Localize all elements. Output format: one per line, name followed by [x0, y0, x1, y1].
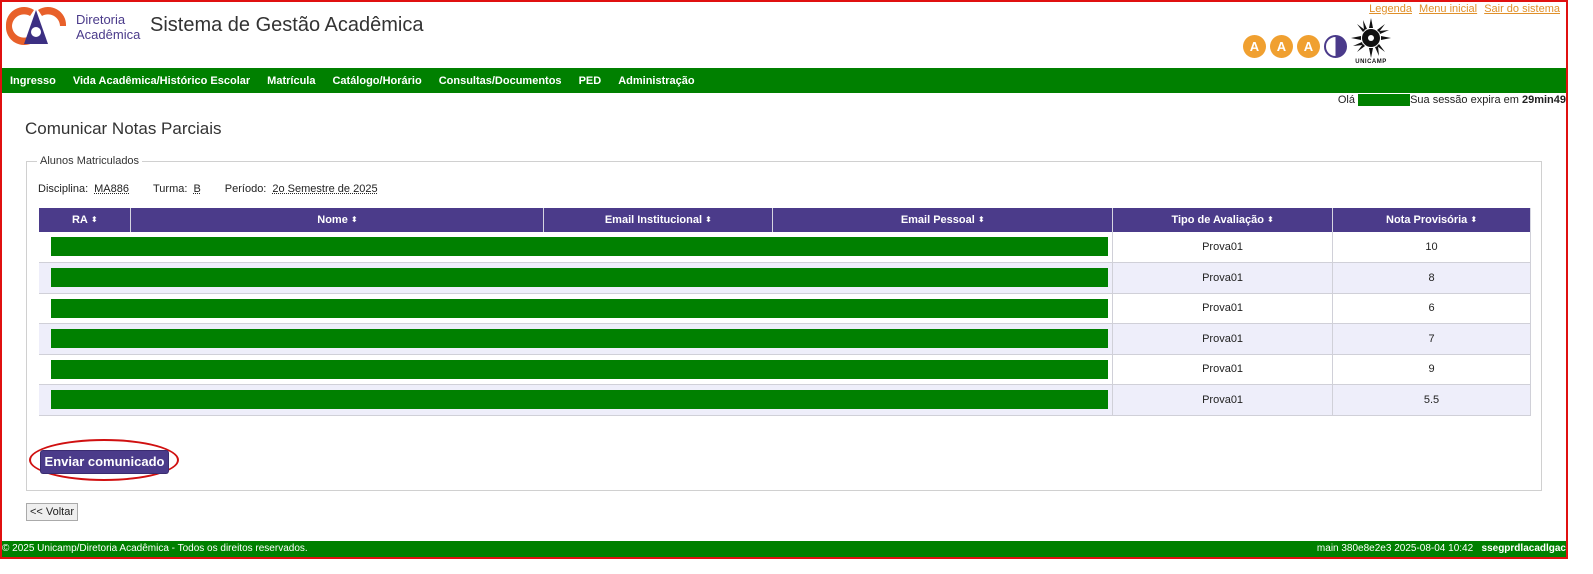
cell-tipo-avaliacao: Prova01 [1112, 262, 1334, 294]
brand-name: Diretoria Acadêmica [76, 12, 140, 42]
column-header-tipo-avaliacao[interactable]: Tipo de Avaliação ⬍ [1112, 208, 1334, 232]
send-button-highlight: Enviar comunicado [29, 439, 179, 481]
column-header-nome[interactable]: Nome ⬍ [130, 208, 545, 232]
diretoria-academica-logo [5, 6, 67, 46]
footer: © 2025 Unicamp/Diretoria Acadêmica - Tod… [2, 541, 1566, 557]
turma-label: Turma: [153, 183, 188, 195]
nav-catalogo-horario[interactable]: Catálogo/Horário [332, 75, 421, 87]
accessibility-controls: A A A [1243, 35, 1347, 58]
table-header-row: RA ⬍ Nome ⬍ Email Institucional ⬍ Email Pes… [39, 208, 1531, 232]
sort-icon: ⬍ [350, 215, 358, 225]
page-title: Comunicar Notas Parciais [25, 119, 222, 138]
sort-icon: ⬍ [90, 215, 98, 225]
brand-line1: Diretoria [76, 12, 126, 27]
fieldset-legend: Alunos Matriculados [37, 155, 143, 167]
redaction-bar [51, 359, 1109, 379]
column-header-email-institucional[interactable]: Email Institucional ⬍ [543, 208, 774, 232]
turma-value: B [193, 183, 201, 195]
cell-nota-provisoria: 10 [1332, 232, 1531, 263]
class-info: Disciplina: MA886 Turma: B Período: 2o S… [38, 183, 396, 195]
font-size-small-button[interactable]: A [1243, 35, 1266, 58]
cell-tipo-avaliacao: Prova01 [1112, 323, 1334, 355]
brand-line2: Acadêmica [76, 27, 141, 42]
sort-icon: ⬍ [977, 215, 985, 225]
redacted-username [1358, 94, 1411, 107]
nav-ingresso[interactable]: Ingresso [10, 75, 56, 87]
cell-tipo-avaliacao: Prova01 [1112, 354, 1334, 385]
menu-inicial-link[interactable]: Menu inicial [1419, 3, 1477, 15]
redaction-bar [51, 390, 1109, 409]
nav-vida-academica[interactable]: Vida Acadêmica/Histórico Escolar [73, 75, 250, 87]
periodo-value: 2o Semestre de 2025 [272, 183, 378, 195]
font-size-large-button[interactable]: A [1297, 35, 1320, 58]
unicamp-sun-icon [1351, 18, 1391, 58]
table-row: Prova01 9 [39, 354, 1531, 385]
build-text: main 380e8e2e3 2025-08-04 10:42 [1316, 543, 1474, 554]
main-nav: Ingresso Vida Acadêmica/Histórico Escola… [2, 68, 1566, 93]
table-row: Prova01 6 [39, 293, 1531, 324]
session-time: 29min49 [1521, 94, 1566, 106]
redacted-student-info [39, 232, 1114, 263]
cell-tipo-avaliacao: Prova01 [1112, 293, 1334, 324]
sort-icon: ⬍ [705, 215, 712, 225]
legenda-link[interactable]: Legenda [1369, 3, 1412, 15]
redacted-student-info [39, 262, 1114, 294]
unicamp-logo: UNICAMP [1349, 18, 1393, 66]
voltar-button[interactable]: << Voltar [26, 503, 78, 521]
sair-do-sistema-link[interactable]: Sair do sistema [1484, 3, 1560, 15]
session-info: Olá Sua sessão expira em 29min49 [1337, 94, 1566, 107]
copyright-text: © 2025 Unicamp/Diretoria Acadêmica - Tod… [2, 543, 308, 554]
greeting: Olá [1337, 94, 1355, 106]
column-header-ra[interactable]: RA ⬍ [39, 208, 132, 232]
redaction-bar [51, 268, 1109, 287]
system-title: Sistema de Gestão Acadêmica [150, 14, 424, 36]
contrast-toggle-icon[interactable] [1324, 35, 1347, 58]
sort-icon: ⬍ [1266, 215, 1274, 225]
enviar-comunicado-button[interactable]: Enviar comunicado [41, 451, 168, 473]
redaction-bar [51, 237, 1109, 256]
cell-nota-provisoria: 5.5 [1332, 384, 1531, 416]
table-row: Prova01 7 [39, 323, 1531, 355]
disciplina-label: Disciplina: [38, 183, 89, 195]
students-table: RA ⬍ Nome ⬍ Email Institucional ⬍ Email Pes… [39, 208, 1531, 416]
server-name: ssegprdlacadlgac [1481, 543, 1566, 554]
cell-tipo-avaliacao: Prova01 [1112, 232, 1334, 263]
column-header-nota-provisoria[interactable]: Nota Provisória ⬍ [1332, 208, 1531, 232]
redacted-student-info [39, 323, 1114, 355]
table-row: Prova01 10 [39, 232, 1531, 263]
unicamp-label: UNICAMP [1355, 59, 1387, 65]
cell-nota-provisoria: 8 [1332, 262, 1531, 294]
build-info: main 380e8e2e3 2025-08-04 10:42 ssegprdl… [1317, 541, 1566, 557]
redaction-bar [51, 298, 1109, 318]
cell-nota-provisoria: 7 [1332, 323, 1531, 355]
font-size-medium-button[interactable]: A [1270, 35, 1293, 58]
sort-icon: ⬍ [1470, 215, 1478, 225]
cell-nota-provisoria: 9 [1332, 354, 1531, 385]
redaction-bar [51, 329, 1109, 348]
header: Diretoria Acadêmica Sistema de Gestão Ac… [2, 2, 1566, 68]
redacted-student-info [39, 384, 1114, 416]
top-links: Legenda Menu inicial Sair do sistema [1365, 3, 1560, 15]
nav-matricula[interactable]: Matrícula [267, 75, 315, 87]
alunos-fieldset: Alunos Matriculados Disciplina: MA886 Tu… [26, 155, 1542, 491]
disciplina-value: MA886 [94, 183, 129, 195]
table-row: Prova01 5.5 [39, 384, 1531, 416]
redacted-student-info [39, 354, 1114, 385]
nav-ped[interactable]: PED [579, 75, 602, 87]
cell-nota-provisoria: 6 [1332, 293, 1531, 324]
column-header-email-pessoal[interactable]: Email Pessoal ⬍ [772, 208, 1114, 232]
table-row: Prova01 8 [39, 262, 1531, 294]
app-frame: Diretoria Acadêmica Sistema de Gestão Ac… [0, 0, 1568, 559]
nav-consultas-documentos[interactable]: Consultas/Documentos [439, 75, 562, 87]
redacted-student-info [39, 293, 1114, 324]
session-expires-text: Sua sessão expira em [1410, 94, 1519, 106]
periodo-label: Período: [224, 183, 267, 195]
cell-tipo-avaliacao: Prova01 [1112, 384, 1334, 416]
nav-administracao[interactable]: Administração [618, 75, 694, 87]
